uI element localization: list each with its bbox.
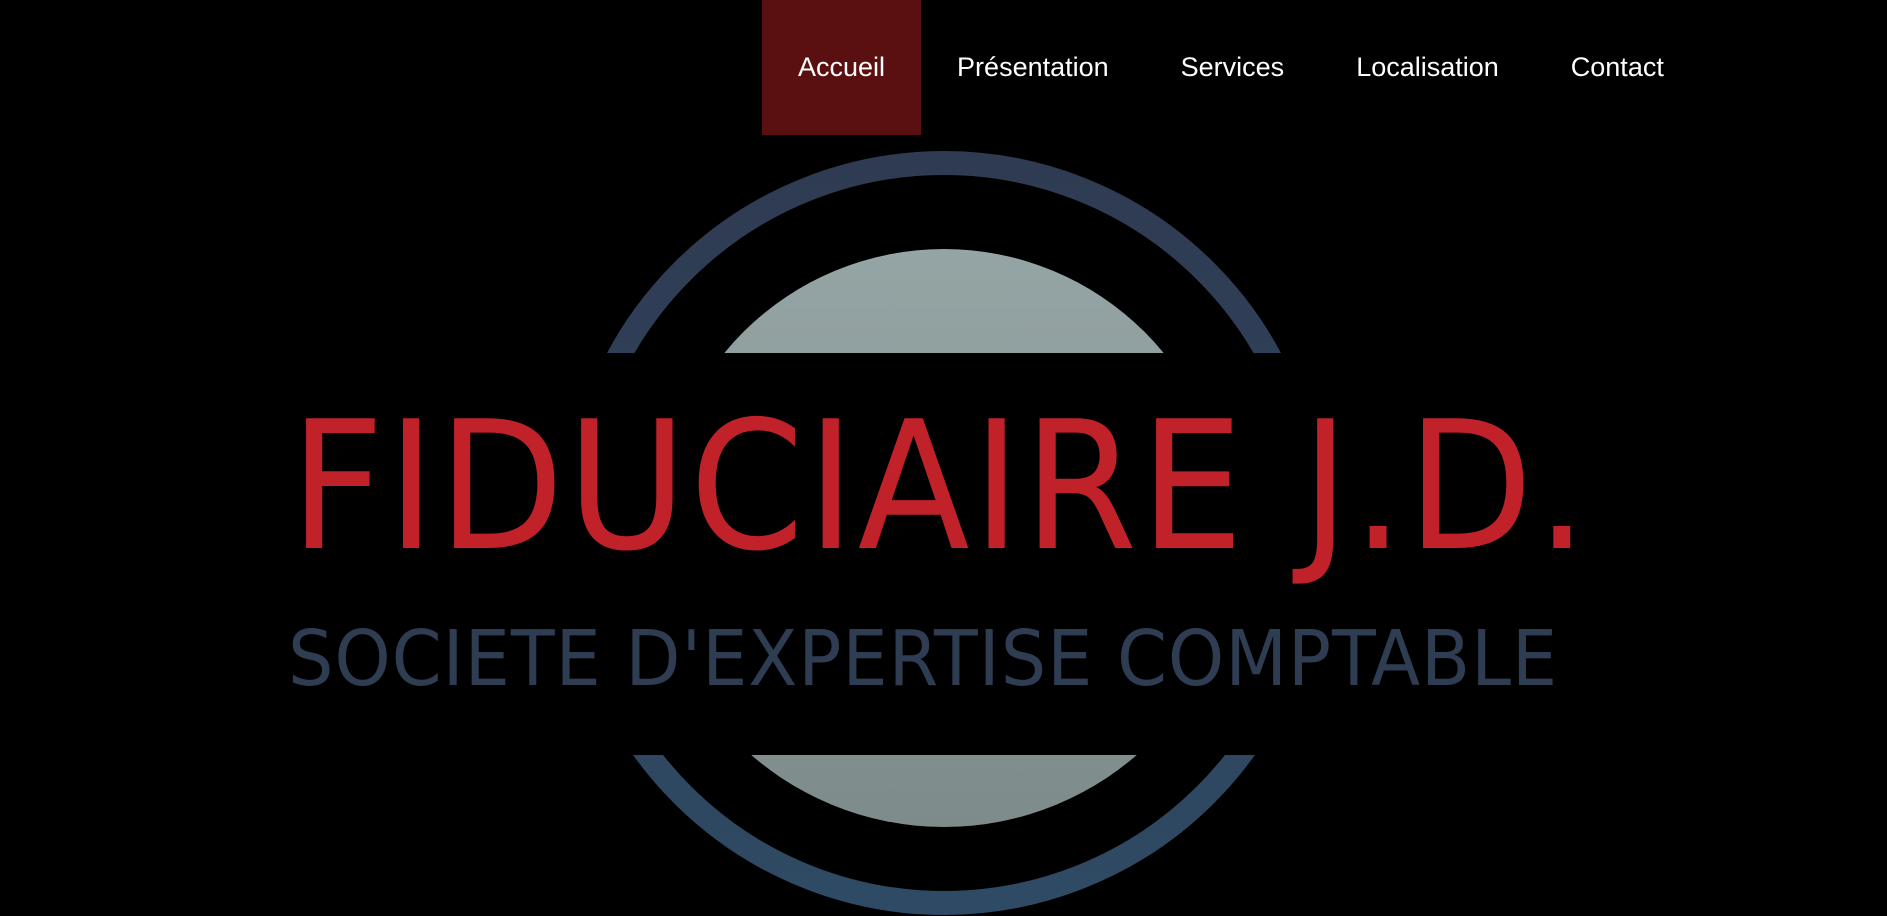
- nav-item-accueil[interactable]: Accueil: [762, 0, 922, 135]
- nav-item-localisation[interactable]: Localisation: [1320, 0, 1535, 135]
- nav-item-contact[interactable]: Contact: [1535, 0, 1700, 135]
- logo-title: FIDUCIAIRE J.D.: [290, 383, 1591, 590]
- logo-subtitle: SOCIETE D'EXPERTISE COMPTABLE: [288, 615, 1559, 704]
- main-navigation: Accueil Présentation Services Localisati…: [762, 0, 1700, 135]
- nav-item-presentation[interactable]: Présentation: [921, 0, 1145, 135]
- nav-item-services[interactable]: Services: [1145, 0, 1321, 135]
- page: FIDUCIAIRE J.D. SOCIETE D'EXPERTISE COMP…: [0, 0, 1887, 916]
